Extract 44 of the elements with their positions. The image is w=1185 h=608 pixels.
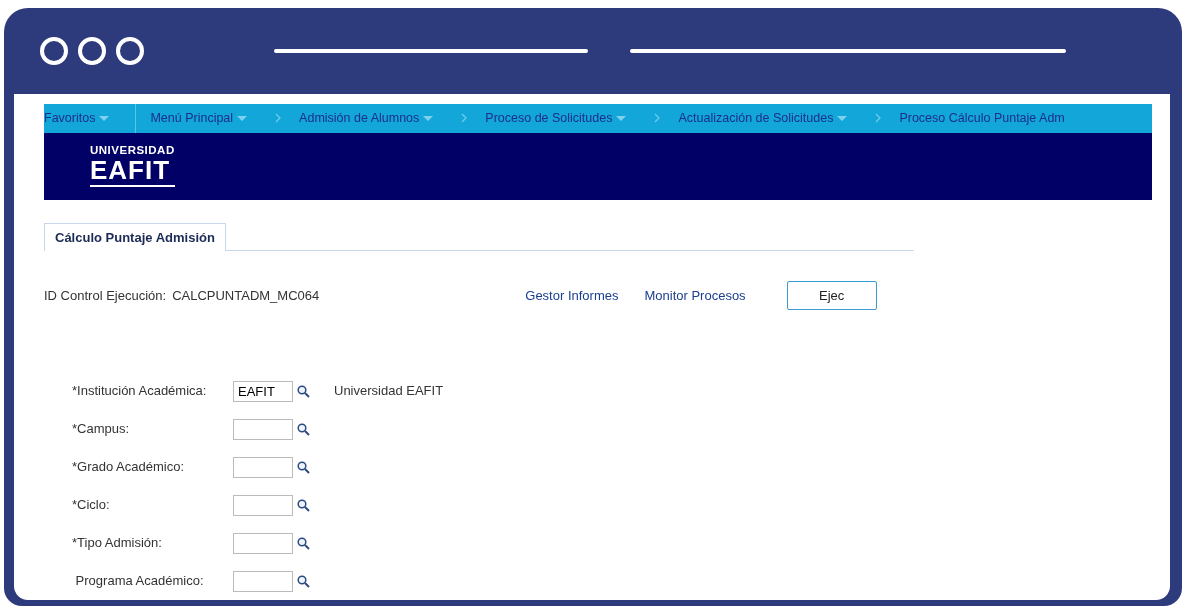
window-control-icon[interactable] <box>78 36 106 65</box>
input-field[interactable] <box>233 456 293 478</box>
window-control-icon[interactable] <box>40 36 68 65</box>
university-logo: UNIVERSIDAD EAFIT <box>90 145 175 187</box>
field-label: *Campus: <box>71 420 131 439</box>
field-label: *Institución Académica: <box>71 382 208 401</box>
field-description: Universidad EAFIT <box>334 382 444 401</box>
field-label: *Tipo Admisión: <box>71 534 163 553</box>
caret-icon[interactable] <box>837 115 848 121</box>
field-label: *Ciclo: <box>71 496 111 515</box>
chevron-icon <box>654 113 661 123</box>
input-field[interactable] <box>233 532 293 554</box>
caret-icon[interactable] <box>237 115 248 121</box>
run-button[interactable]: Ejec <box>786 281 877 310</box>
menu-item[interactable]: Actualización de Solicitudes <box>678 108 834 128</box>
process-monitor-link[interactable]: Monitor Procesos <box>644 285 746 306</box>
caret-icon[interactable] <box>99 115 110 121</box>
search-icon[interactable] <box>297 498 310 512</box>
menu-item[interactable]: Proceso de Solicitudes <box>485 108 613 128</box>
report-manager-link[interactable]: Gestor Informes <box>525 285 619 306</box>
search-icon[interactable] <box>297 384 310 398</box>
search-icon[interactable] <box>297 460 310 474</box>
search-icon[interactable] <box>297 536 310 550</box>
input-field[interactable]: EAFIT <box>233 380 293 402</box>
input-field[interactable] <box>233 494 293 516</box>
chevron-icon <box>275 113 282 123</box>
search-icon[interactable] <box>297 422 310 436</box>
run-control-label: ID Control Ejecución: <box>44 286 167 305</box>
menu-item[interactable]: Proceso Cálculo Puntaje Adm <box>899 108 1065 128</box>
window-control-icon[interactable] <box>116 36 144 65</box>
chevron-icon <box>461 113 468 123</box>
caret-icon[interactable] <box>423 115 434 121</box>
tab[interactable]: Cálculo Puntaje Admisión <box>44 222 226 251</box>
menu-item[interactable]: Favoritos <box>44 108 96 128</box>
input-field[interactable] <box>233 418 293 440</box>
run-control-value: CALCPUNTADM_MC064 <box>172 286 320 305</box>
field-label: *Grado Académico: <box>71 458 185 477</box>
search-icon[interactable] <box>297 574 310 588</box>
chevron-icon <box>875 113 882 123</box>
menu-item[interactable]: Admisión de Alumnos <box>299 108 420 128</box>
input-field[interactable] <box>233 570 293 592</box>
menu-item[interactable]: Menú Principal <box>150 108 234 128</box>
field-label: Programa Académico: <box>74 572 205 591</box>
caret-icon[interactable] <box>616 115 627 121</box>
